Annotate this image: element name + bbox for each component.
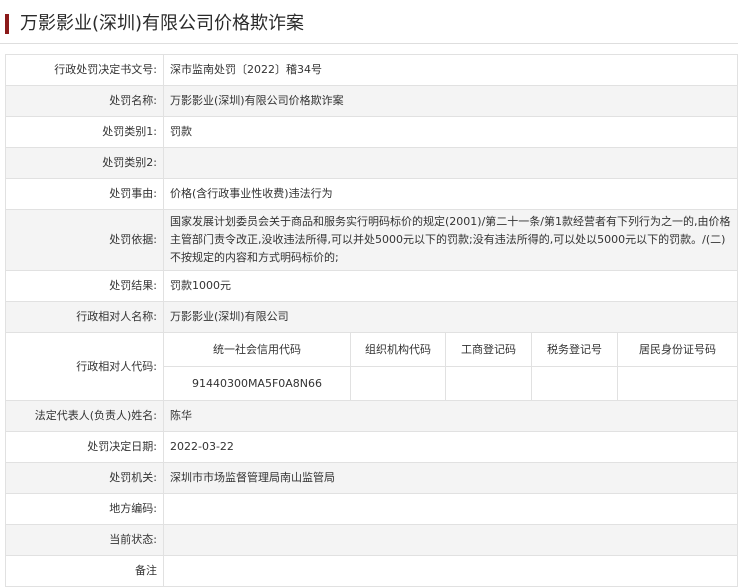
row-reason: 处罚事由: 价格(含行政事业性收费)违法行为 bbox=[5, 178, 738, 210]
business-reg-header: 工商登记码 bbox=[445, 333, 532, 367]
region-code-value bbox=[163, 493, 738, 525]
status-value bbox=[163, 524, 738, 556]
credit-code-value: 91440300MA5F0A8N66 bbox=[191, 376, 323, 390]
org-code-header: 组织机构代码 bbox=[350, 333, 446, 367]
region-code-label: 地方编码: bbox=[5, 493, 164, 525]
case-name-value: 万影影业(深圳)有限公司价格欺诈案 bbox=[163, 85, 738, 117]
decision-date-label: 处罚决定日期: bbox=[5, 431, 164, 463]
page-header: 万影影业(深圳)有限公司价格欺诈案 bbox=[0, 0, 738, 44]
row-party-code: 行政相对人代码: 统一社会信用代码 组织机构代码 工商登记码 税务登记号 居民身… bbox=[5, 332, 738, 401]
decision-no-label: 行政处罚决定书文号: bbox=[5, 54, 164, 86]
basis-label: 处罚依据: bbox=[5, 209, 164, 271]
legal-rep-label: 法定代表人(负责人)姓名: bbox=[5, 400, 164, 432]
case-name-label: 处罚名称: bbox=[5, 85, 164, 117]
party-code-header-row: 统一社会信用代码 组织机构代码 工商登记码 税务登记号 居民身份证号码 bbox=[164, 333, 737, 367]
row-category2: 处罚类别2: bbox=[5, 147, 738, 179]
basis-value: 国家发展计划委员会关于商品和服务实行明码标价的规定(2001)/第二十一条/第1… bbox=[163, 209, 738, 271]
remarks-value bbox=[163, 555, 738, 587]
row-status: 当前状态: bbox=[5, 524, 738, 556]
row-party-name: 行政相对人名称: 万影影业(深圳)有限公司 bbox=[5, 301, 738, 333]
row-basis: 处罚依据: 国家发展计划委员会关于商品和服务实行明码标价的规定(2001)/第二… bbox=[5, 209, 738, 271]
category1-label: 处罚类别1: bbox=[5, 116, 164, 148]
title-accent-bar bbox=[5, 14, 9, 34]
id-card-header: 居民身份证号码 bbox=[617, 333, 737, 367]
result-label: 处罚结果: bbox=[5, 270, 164, 302]
party-name-value: 万影影业(深圳)有限公司 bbox=[163, 301, 738, 333]
page-title: 万影影业(深圳)有限公司价格欺诈案 bbox=[20, 13, 305, 34]
party-code-value-row: 91440300MA5F0A8N66 bbox=[164, 366, 737, 400]
row-remarks: 备注 bbox=[5, 555, 738, 587]
basis-text: 国家发展计划委员会关于商品和服务实行明码标价的规定(2001)/第二十一条/第1… bbox=[170, 215, 731, 264]
remarks-label: 备注 bbox=[5, 555, 164, 587]
result-value: 罚款1000元 bbox=[163, 270, 738, 302]
org-code-value bbox=[350, 366, 446, 400]
category2-value bbox=[163, 147, 738, 179]
business-reg-value bbox=[445, 366, 532, 400]
row-decision-no: 行政处罚决定书文号: 深市监南处罚〔2022〕稽34号 bbox=[5, 54, 738, 86]
category2-label: 处罚类别2: bbox=[5, 147, 164, 179]
status-label: 当前状态: bbox=[5, 524, 164, 556]
tax-reg-value bbox=[531, 366, 618, 400]
credit-code-header: 统一社会信用代码 bbox=[164, 333, 351, 367]
reason-label: 处罚事由: bbox=[5, 178, 164, 210]
decision-no-value: 深市监南处罚〔2022〕稽34号 bbox=[163, 54, 738, 86]
reason-value: 价格(含行政事业性收费)违法行为 bbox=[163, 178, 738, 210]
row-result: 处罚结果: 罚款1000元 bbox=[5, 270, 738, 302]
category1-value: 罚款 bbox=[163, 116, 738, 148]
row-decision-date: 处罚决定日期: 2022-03-22 bbox=[5, 431, 738, 463]
row-legal-rep: 法定代表人(负责人)姓名: 陈华 bbox=[5, 400, 738, 432]
authority-label: 处罚机关: bbox=[5, 462, 164, 494]
party-code-label: 行政相对人代码: bbox=[5, 332, 164, 401]
party-name-label: 行政相对人名称: bbox=[5, 301, 164, 333]
party-code-cell: 统一社会信用代码 组织机构代码 工商登记码 税务登记号 居民身份证号码 9144… bbox=[163, 332, 738, 401]
id-card-value bbox=[617, 366, 737, 400]
row-case-name: 处罚名称: 万影影业(深圳)有限公司价格欺诈案 bbox=[5, 85, 738, 117]
party-code-subtable: 统一社会信用代码 组织机构代码 工商登记码 税务登记号 居民身份证号码 9144… bbox=[164, 333, 737, 400]
authority-value: 深圳市市场监督管理局南山监管局 bbox=[163, 462, 738, 494]
row-category1: 处罚类别1: 罚款 bbox=[5, 116, 738, 148]
legal-rep-value: 陈华 bbox=[163, 400, 738, 432]
row-region-code: 地方编码: bbox=[5, 493, 738, 525]
tax-reg-header: 税务登记号 bbox=[531, 333, 618, 367]
penalty-info-table: 行政处罚决定书文号: 深市监南处罚〔2022〕稽34号 处罚名称: 万影影业(深… bbox=[5, 54, 738, 587]
decision-date-value: 2022-03-22 bbox=[163, 431, 738, 463]
row-authority: 处罚机关: 深圳市市场监督管理局南山监管局 bbox=[5, 462, 738, 494]
